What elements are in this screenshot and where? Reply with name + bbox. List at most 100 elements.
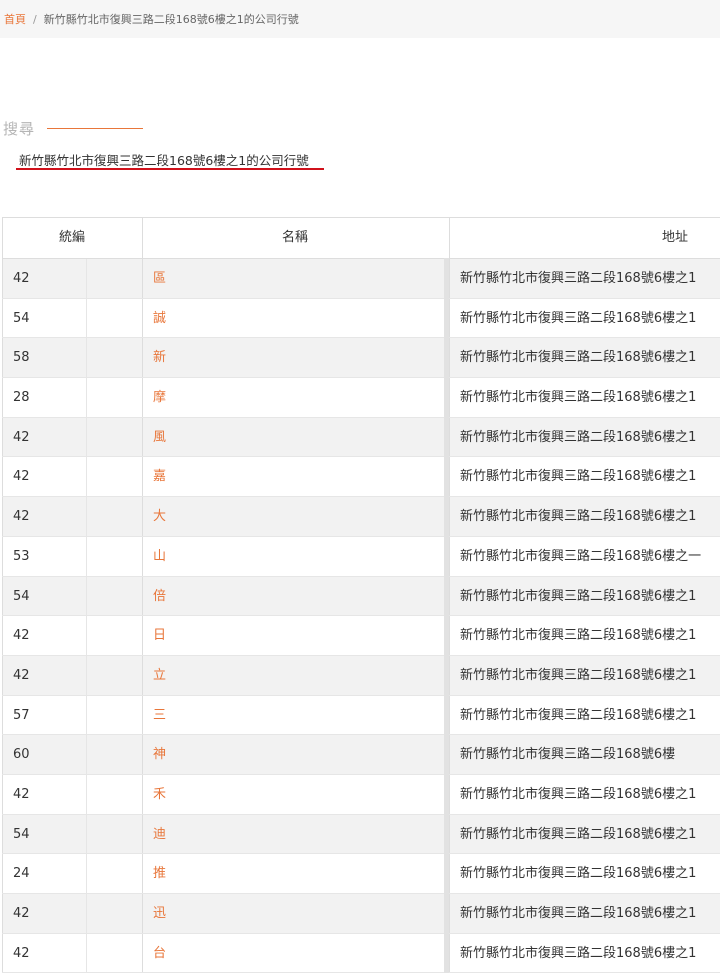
column-divider [449, 259, 450, 298]
row-id: 42 [13, 906, 30, 921]
row-address: 新竹縣竹北市復興三路二段168號6樓之1 [460, 786, 697, 802]
table-row[interactable]: 42 台 新竹縣竹北市復興三路二段168號6樓之1 [2, 933, 720, 974]
cell-divider [86, 735, 87, 774]
breadcrumb: 首頁 / 新竹縣竹北市復興三路二段168號6樓之1的公司行號 [4, 11, 299, 27]
column-divider [449, 417, 450, 457]
row-id: 42 [13, 628, 30, 644]
row-address: 新竹縣竹北市復興三路二段168號6樓之1 [460, 628, 697, 644]
column-divider [449, 298, 450, 338]
cell-divider [86, 457, 87, 497]
row-name-link[interactable]: 倍 [153, 577, 167, 616]
row-id: 28 [13, 390, 30, 406]
row-name-link[interactable]: 禾 [153, 775, 167, 814]
row-address: 新竹縣竹北市復興三路二段168號6樓之1 [460, 945, 697, 961]
table-row[interactable]: 42 立 新竹縣竹北市復興三路二段168號6樓之1 [2, 655, 720, 696]
column-divider [449, 536, 450, 576]
table-row[interactable]: 57 三 新竹縣竹北市復興三路二段168號6樓之1 [2, 695, 720, 736]
table-row[interactable]: 24 推 新竹縣竹北市復興三路二段168號6樓之1 [2, 854, 720, 894]
table-row[interactable]: 54 倍 新竹縣竹北市復興三路二段168號6樓之1 [2, 576, 720, 617]
column-header-name[interactable]: 名稱 [142, 218, 448, 258]
row-id: 24 [13, 866, 30, 882]
column-divider [2, 259, 3, 298]
column-divider [142, 655, 143, 695]
breadcrumb-separator: / [33, 13, 37, 26]
table-row[interactable]: 42 區 新竹縣竹北市復興三路二段168號6樓之1 [2, 259, 720, 299]
column-divider [449, 735, 450, 774]
column-divider [2, 854, 3, 893]
column-divider [449, 894, 450, 933]
table-row[interactable]: 60 神 新竹縣竹北市復興三路二段168號6樓 [2, 735, 720, 775]
column-divider [449, 814, 450, 854]
row-id: 57 [13, 707, 30, 723]
row-address: 新竹縣竹北市復興三路二段168號6樓 [460, 747, 676, 763]
row-address: 新竹縣竹北市復興三路二段168號6樓之1 [460, 310, 697, 326]
row-name-link[interactable]: 迅 [153, 894, 167, 933]
column-divider [2, 735, 3, 774]
table-row[interactable]: 42 大 新竹縣竹北市復興三路二段168號6樓之1 [2, 497, 720, 537]
row-id: 54 [13, 310, 30, 326]
breadcrumb-bar: 首頁 / 新竹縣竹北市復興三路二段168號6樓之1的公司行號 [0, 0, 720, 38]
row-name-link[interactable]: 推 [153, 854, 167, 893]
row-name-link[interactable]: 區 [153, 259, 167, 298]
table-row[interactable]: 42 風 新竹縣竹北市復興三路二段168號6樓之1 [2, 417, 720, 458]
row-name-link[interactable]: 山 [153, 537, 167, 576]
row-name-link[interactable]: 三 [153, 696, 167, 735]
row-address: 新竹縣竹北市復興三路二段168號6樓之1 [460, 271, 697, 286]
table-row[interactable]: 53 山 新竹縣竹北市復興三路二段168號6樓之一 [2, 536, 720, 577]
row-address: 新竹縣竹北市復興三路二段168號6樓之1 [460, 667, 697, 683]
column-divider [2, 576, 3, 616]
column-divider [2, 695, 3, 735]
column-divider [449, 933, 450, 973]
row-name-link[interactable]: 大 [153, 497, 167, 536]
column-divider [142, 378, 143, 417]
column-header-id[interactable]: 統編 [2, 218, 142, 258]
row-name-link[interactable]: 神 [153, 735, 167, 774]
table-row[interactable]: 54 誠 新竹縣竹北市復興三路二段168號6樓之1 [2, 298, 720, 339]
column-divider [142, 457, 143, 497]
table-row[interactable]: 42 日 新竹縣竹北市復興三路二段168號6樓之1 [2, 616, 720, 656]
row-address: 新竹縣竹北市復興三路二段168號6樓之1 [460, 469, 697, 485]
column-divider [449, 457, 450, 497]
cell-divider [86, 576, 87, 616]
row-address: 新竹縣竹北市復興三路二段168號6樓之1 [460, 588, 697, 604]
column-header-address[interactable]: 地址 [450, 218, 720, 258]
row-id: 53 [13, 548, 30, 564]
row-name-link[interactable]: 風 [153, 418, 167, 457]
column-divider [2, 933, 3, 973]
table-row[interactable]: 58 新 新竹縣竹北市復興三路二段168號6樓之1 [2, 338, 720, 379]
column-divider [2, 338, 3, 378]
row-name-link[interactable]: 摩 [153, 378, 167, 417]
column-divider [142, 616, 143, 655]
cell-divider [86, 417, 87, 457]
row-address: 新竹縣竹北市復興三路二段168號6樓之1 [460, 826, 697, 842]
row-name-link[interactable]: 日 [153, 616, 167, 655]
row-name-link[interactable]: 台 [153, 934, 167, 973]
column-divider [2, 417, 3, 457]
column-divider [142, 735, 143, 774]
row-name-link[interactable]: 嘉 [153, 457, 167, 496]
column-divider [142, 814, 143, 854]
column-divider [449, 338, 450, 378]
row-id: 42 [13, 509, 30, 525]
row-name-link[interactable]: 迪 [153, 815, 167, 854]
column-divider [2, 774, 3, 814]
row-id: 54 [13, 826, 30, 842]
column-divider [2, 298, 3, 338]
column-scrollbar[interactable] [444, 258, 449, 973]
table-row[interactable]: 42 嘉 新竹縣竹北市復興三路二段168號6樓之1 [2, 457, 720, 498]
table-row[interactable]: 42 禾 新竹縣竹北市復興三路二段168號6樓之1 [2, 774, 720, 815]
row-id: 42 [13, 945, 30, 961]
table-row[interactable]: 54 迪 新竹縣竹北市復興三路二段168號6樓之1 [2, 814, 720, 855]
row-address: 新竹縣竹北市復興三路二段168號6樓之1 [460, 707, 697, 723]
row-name-link[interactable]: 立 [153, 656, 167, 695]
table-row[interactable]: 42 迅 新竹縣竹北市復興三路二段168號6樓之1 [2, 894, 720, 934]
row-name-link[interactable]: 誠 [153, 299, 167, 338]
cell-divider [86, 655, 87, 695]
breadcrumb-home-link[interactable]: 首頁 [4, 13, 26, 26]
cell-divider [86, 378, 87, 417]
row-address: 新竹縣竹北市復興三路二段168號6樓之一 [460, 548, 702, 564]
column-divider [2, 497, 3, 536]
row-name-link[interactable]: 新 [153, 338, 167, 377]
table-row[interactable]: 28 摩 新竹縣竹北市復興三路二段168號6樓之1 [2, 378, 720, 418]
row-id: 60 [13, 747, 30, 763]
